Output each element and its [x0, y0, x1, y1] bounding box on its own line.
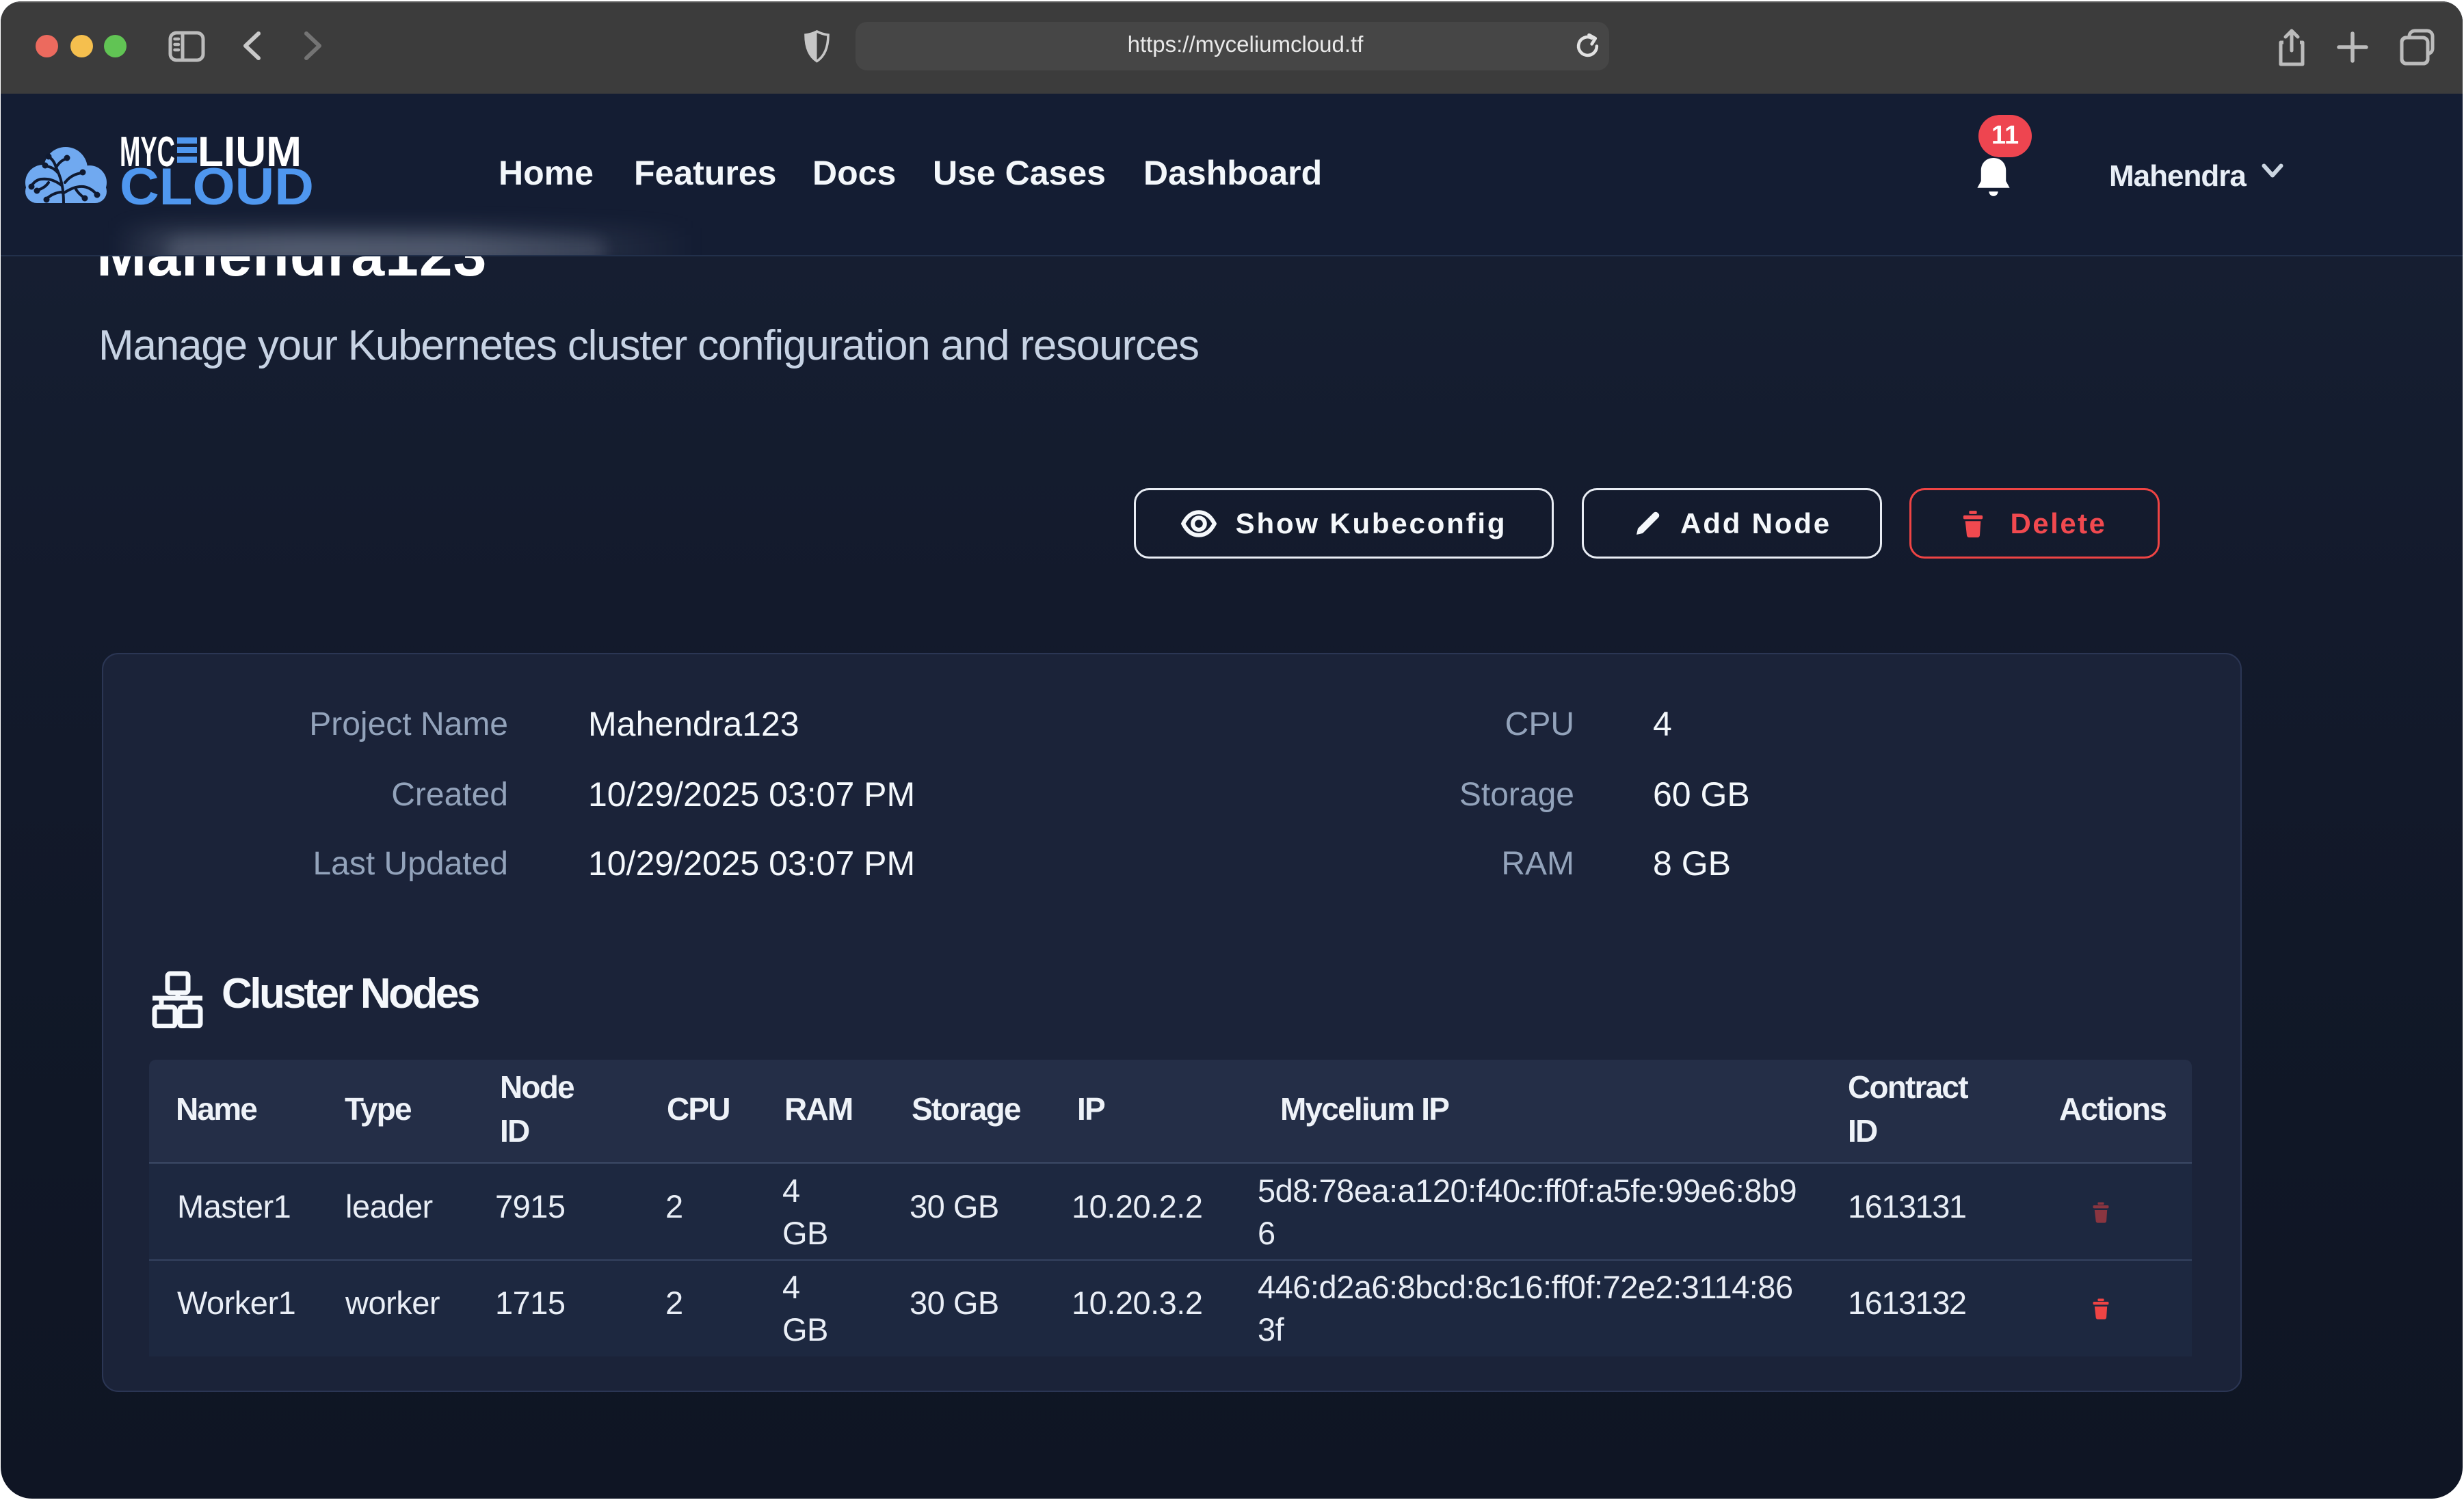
svg-text:CLOUD: CLOUD [120, 158, 314, 216]
